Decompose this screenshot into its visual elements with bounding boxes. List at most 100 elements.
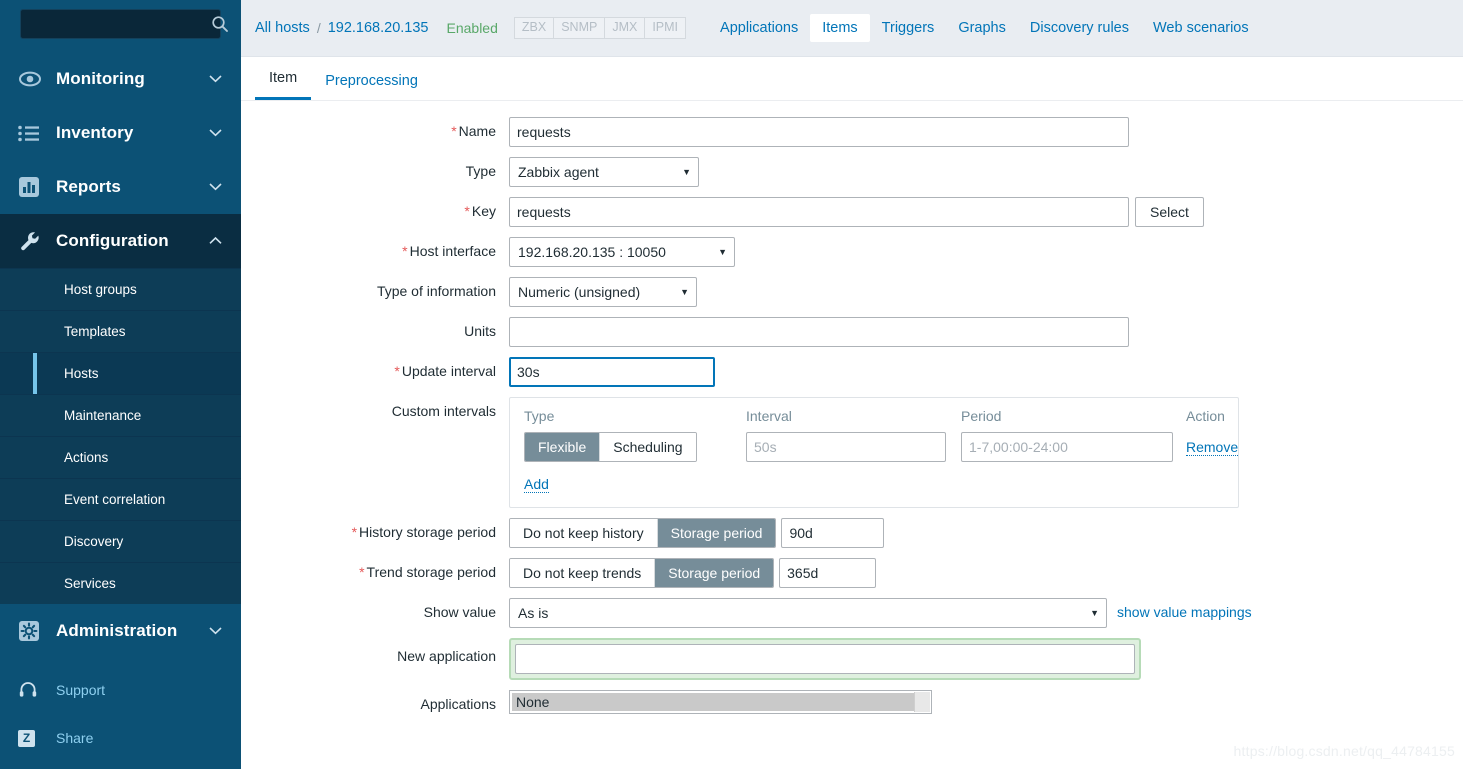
column-header-type: Type [524,408,555,424]
label-host-interface: * Host interface [402,243,496,259]
history-storage-period-option[interactable]: Storage period [657,519,776,547]
sidebar-link-label: Support [56,682,106,698]
header-tab-web-scenarios[interactable]: Web scenarios [1141,14,1261,42]
trend-do-not-keep[interactable]: Do not keep trends [510,559,656,587]
history-storage-period-input[interactable] [781,518,885,548]
headset-icon [18,680,46,700]
interval-type-toggle: Flexible Scheduling [524,432,697,462]
sidebar-item-monitoring[interactable]: Monitoring [0,52,241,106]
field-units [509,317,1463,347]
sidebar-subitem-label: Services [64,576,116,591]
sidebar-item-maintenance[interactable]: Maintenance [0,394,241,436]
sidebar-link-support[interactable]: Support [0,666,241,714]
sidebar-item-configuration[interactable]: Configuration [0,214,241,268]
applications-listbox[interactable]: None [509,690,932,714]
history-storage-toggle: Do not keep history Storage period [509,518,777,548]
trend-storage-period-input[interactable] [779,558,877,588]
breadcrumb-host[interactable]: 192.168.20.135 [328,20,429,36]
row-show-value: Show value As is ▼ show value mappings [241,598,1463,628]
sidebar-item-event-correlation[interactable]: Event correlation [0,478,241,520]
cell-type: Flexible Scheduling [524,432,746,462]
type-select-value: Zabbix agent [518,164,599,180]
field-type: Zabbix agent ▼ [509,157,1463,187]
sidebar-item-templates[interactable]: Templates [0,310,241,352]
required-asterisk: * [351,524,358,540]
host-interface-select[interactable]: 192.168.20.135 : 10050 ▼ [509,237,735,267]
sidebar-item-administration[interactable]: Administration [0,604,241,658]
row-applications: Applications None [241,690,1463,714]
custom-intervals-header: Type Interval Period Action [524,408,1225,432]
field-host-interface: 192.168.20.135 : 10050 ▼ [509,237,1463,267]
header-tab-triggers[interactable]: Triggers [870,14,947,42]
label-units: Units [464,323,496,339]
sidebar-item-services[interactable]: Services [0,562,241,604]
interval-input[interactable] [746,432,946,462]
sidebar-subitem-label: Host groups [64,282,137,297]
header-tab-applications[interactable]: Applications [708,14,810,42]
show-value-mappings-link[interactable]: show value mappings [1117,598,1252,620]
availability-jmx: JMX [604,17,645,39]
label-history-storage-period: * History storage period [351,524,496,540]
new-application-input[interactable] [515,644,1135,674]
header-tab-items[interactable]: Items [810,14,870,42]
sidebar-link-label: Share [56,730,94,746]
gear-icon [18,620,46,642]
configuration-submenu: Host groups Templates Hosts Maintenance … [0,268,241,604]
breadcrumb-all-hosts[interactable]: All hosts [255,20,310,36]
sidebar-item-reports[interactable]: Reports [0,160,241,214]
type-select[interactable]: Zabbix agent ▼ [509,157,699,187]
zabbix-logo-icon: Z [18,729,46,747]
status-badge[interactable]: Enabled [447,20,498,36]
applications-option-none[interactable]: None [512,693,929,711]
page-header: All hosts / 192.168.20.135 Enabled ZBX S… [241,0,1463,57]
chevron-down-icon [209,180,223,194]
availability-snmp: SNMP [553,17,605,39]
search-box[interactable] [20,9,228,39]
trend-storage-toggle: Do not keep trends Storage period [509,558,775,588]
breadcrumb-separator: / [316,20,321,36]
row-trend-storage-period: * Trend storage period Do not keep trends… [241,558,1463,588]
sidebar-item-host-groups[interactable]: Host groups [0,268,241,310]
field-update-interval [509,357,1463,387]
search-icon[interactable] [211,15,229,33]
column-header-interval: Interval [746,408,792,424]
sidebar-item-inventory[interactable]: Inventory [0,106,241,160]
cell-action: Remove [1186,439,1239,456]
sidebar-item-discovery[interactable]: Discovery [0,520,241,562]
field-show-value: As is ▼ show value mappings [509,598,1463,628]
sidebar: Monitoring Inventory Reports Configurati… [0,0,241,769]
key-select-button[interactable]: Select [1135,197,1204,227]
interval-type-flexible[interactable]: Flexible [525,433,601,461]
sidebar-search-wrap [0,0,241,39]
remove-interval-link[interactable]: Remove [1186,439,1239,456]
custom-intervals-table: Type Interval Period Action Flexible Sch… [509,397,1239,508]
header-tab-graphs[interactable]: Graphs [946,14,1018,42]
chevron-down-icon [209,72,223,86]
tab-item[interactable]: Item [255,70,312,100]
label-applications: Applications [420,696,497,712]
key-input[interactable] [509,197,1129,227]
sidebar-item-actions[interactable]: Actions [0,436,241,478]
wrench-icon [18,229,46,253]
tab-preprocessing[interactable]: Preprocessing [311,73,432,100]
add-interval-link[interactable]: Add [524,476,549,493]
sidebar-item-hosts[interactable]: Hosts [0,352,241,394]
name-input[interactable] [509,117,1129,147]
availability-zbx: ZBX [513,17,554,39]
availability-ipmi: IPMI [644,17,687,39]
period-input[interactable] [961,432,1173,462]
header-tab-discovery-rules[interactable]: Discovery rules [1018,14,1141,42]
applications-scrollbar[interactable] [914,692,930,712]
update-interval-input[interactable] [509,357,715,387]
history-do-not-keep[interactable]: Do not keep history [510,519,658,547]
search-input[interactable] [31,11,211,37]
sidebar-link-share[interactable]: Z Share [0,714,241,762]
row-key: *Key Select [241,197,1463,227]
type-of-information-select[interactable]: Numeric (unsigned) ▼ [509,277,697,307]
units-input[interactable] [509,317,1129,347]
chevron-down-icon: ▼ [1090,608,1099,618]
trend-storage-period-option[interactable]: Storage period [655,559,774,587]
row-history-storage-period: * History storage period Do not keep hist… [241,518,1463,548]
show-value-select[interactable]: As is ▼ [509,598,1107,628]
interval-type-scheduling[interactable]: Scheduling [600,433,696,461]
